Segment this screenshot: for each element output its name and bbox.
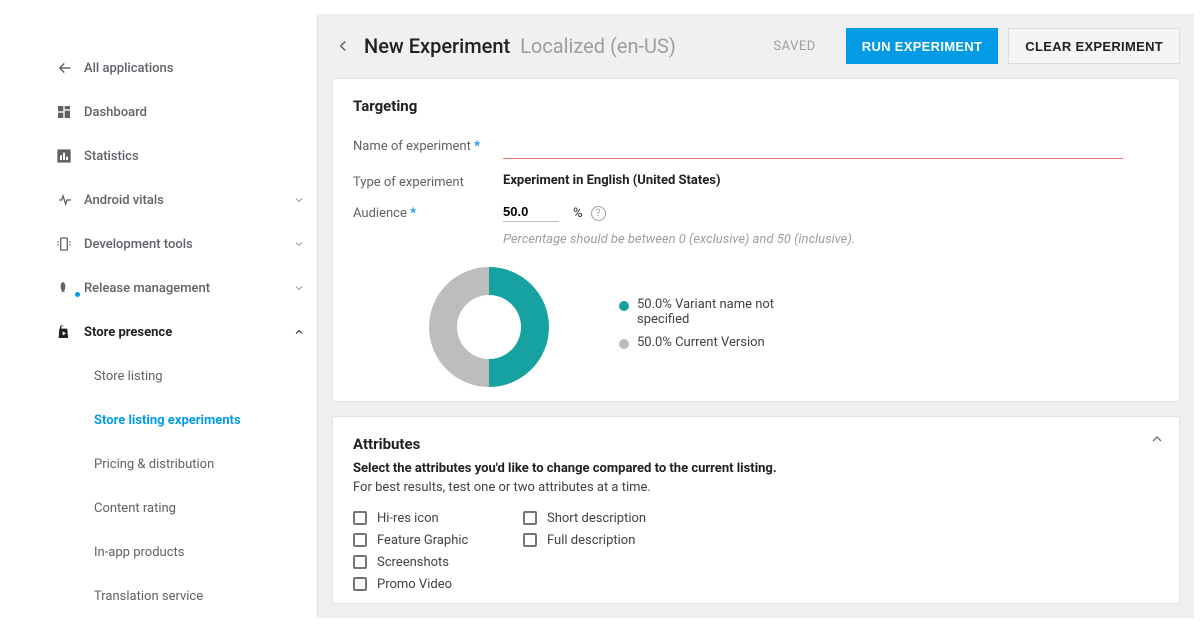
chevron-down-icon	[293, 194, 305, 206]
sidebar-item-label: Statistics	[84, 149, 305, 164]
chevron-up-icon[interactable]	[1149, 431, 1165, 447]
attributes-help-bold: Select the attributes you'd like to chan…	[353, 461, 1159, 476]
swatch-icon	[619, 301, 629, 311]
checkbox-icon	[523, 511, 537, 525]
sidebar-sub-label: In-app products	[94, 545, 184, 560]
run-experiment-button[interactable]: RUN EXPERIMENT	[846, 28, 999, 64]
sidebar: All applications Dashboard Statistics An…	[44, 14, 318, 618]
audience-donut-chart	[429, 267, 549, 387]
sidebar-sub-store-listing[interactable]: Store listing	[44, 354, 317, 398]
help-icon[interactable]: ?	[591, 206, 606, 221]
targeting-card: Targeting Name of experiment * Type of e…	[332, 78, 1180, 402]
chart-legend: 50.0% Variant name not specified 50.0% C…	[619, 297, 799, 358]
checkbox-icon	[353, 555, 367, 569]
back-arrow-icon	[56, 59, 84, 77]
dashboard-icon	[56, 104, 84, 120]
sidebar-sub-label: Store listing experiments	[94, 413, 241, 428]
checkbox-hires-icon[interactable]: Hi-res icon	[353, 507, 523, 529]
checkbox-label: Screenshots	[377, 555, 449, 570]
legend-variant: 50.0% Variant name not specified	[619, 297, 799, 327]
chevron-up-icon	[293, 326, 305, 338]
sidebar-item-label: Android vitals	[84, 193, 293, 208]
chevron-down-icon	[293, 238, 305, 250]
chevron-down-icon	[293, 282, 305, 294]
swatch-icon	[619, 339, 629, 349]
sidebar-sub-content-rating[interactable]: Content rating	[44, 486, 317, 530]
sidebar-item-label: All applications	[84, 61, 305, 76]
audience-label: Audience *	[353, 204, 503, 221]
sidebar-item-label: Development tools	[84, 237, 293, 252]
saved-status: SAVED	[773, 39, 815, 54]
name-of-experiment-label: Name of experiment *	[353, 137, 503, 154]
release-icon	[56, 280, 84, 296]
checkbox-short-description[interactable]: Short description	[523, 507, 693, 529]
checkbox-label: Feature Graphic	[377, 533, 468, 548]
sidebar-sub-label: Store listing	[94, 369, 163, 384]
checkbox-screenshots[interactable]: Screenshots	[353, 551, 523, 573]
sidebar-sub-label: Translation service	[94, 589, 203, 604]
checkbox-promo-video[interactable]: Promo Video	[353, 573, 523, 595]
statistics-icon	[56, 148, 84, 164]
sidebar-sub-translation-service[interactable]: Translation service	[44, 574, 317, 618]
legend-text: 50.0% Variant name not specified	[637, 297, 799, 327]
sidebar-item-label: Release management	[84, 281, 293, 296]
page-subtitle: Localized (en-US)	[520, 34, 676, 58]
sidebar-item-label: Dashboard	[84, 105, 305, 120]
main-content: New Experiment Localized (en-US) SAVED R…	[318, 14, 1194, 618]
sidebar-item-label: Store presence	[84, 325, 293, 340]
checkbox-icon	[353, 577, 367, 591]
checkbox-label: Short description	[547, 511, 646, 526]
checkbox-icon	[353, 511, 367, 525]
sidebar-sub-store-listing-experiments[interactable]: Store listing experiments	[44, 398, 317, 442]
checkbox-label: Hi-res icon	[377, 511, 439, 526]
legend-text: 50.0% Current Version	[637, 335, 765, 350]
page-title: New Experiment	[364, 34, 510, 58]
sidebar-item-android-vitals[interactable]: Android vitals	[44, 178, 317, 222]
sidebar-item-dashboard[interactable]: Dashboard	[44, 90, 317, 134]
sidebar-item-store-presence[interactable]: Store presence	[44, 310, 317, 354]
legend-current: 50.0% Current Version	[619, 335, 799, 350]
checkbox-label: Promo Video	[377, 577, 452, 592]
vitals-icon	[56, 192, 84, 208]
page-header: New Experiment Localized (en-US) SAVED R…	[318, 14, 1194, 78]
header-back-button[interactable]	[326, 29, 360, 63]
sidebar-item-release-management[interactable]: Release management	[44, 266, 317, 310]
type-of-experiment-label: Type of experiment	[353, 173, 503, 190]
attributes-heading: Attributes	[353, 435, 1159, 453]
sidebar-item-development-tools[interactable]: Development tools	[44, 222, 317, 266]
sidebar-all-applications[interactable]: All applications	[44, 46, 317, 90]
audience-chart-row: 50.0% Variant name not specified 50.0% C…	[353, 261, 1159, 397]
dev-tools-icon	[56, 236, 84, 252]
checkbox-icon	[523, 533, 537, 547]
checkbox-feature-graphic[interactable]: Feature Graphic	[353, 529, 523, 551]
name-of-experiment-input[interactable]	[503, 137, 1123, 159]
attributes-card: Attributes Select the attributes you'd l…	[332, 416, 1180, 604]
checkbox-label: Full description	[547, 533, 635, 548]
sidebar-sub-in-app-products[interactable]: In-app products	[44, 530, 317, 574]
attributes-help-plain: For best results, test one or two attrib…	[353, 480, 1159, 495]
sidebar-sub-pricing-distribution[interactable]: Pricing & distribution	[44, 442, 317, 486]
sidebar-sub-label: Pricing & distribution	[94, 457, 214, 472]
percent-symbol: %	[573, 206, 583, 221]
sidebar-sub-label: Content rating	[94, 501, 176, 516]
type-of-experiment-value: Experiment in English (United States)	[503, 173, 721, 188]
checkbox-icon	[353, 533, 367, 547]
audience-hint: Percentage should be between 0 (exclusiv…	[503, 232, 855, 247]
targeting-heading: Targeting	[353, 97, 1159, 115]
store-icon	[56, 324, 84, 340]
checkbox-full-description[interactable]: Full description	[523, 529, 693, 551]
clear-experiment-button[interactable]: CLEAR EXPERIMENT	[1008, 28, 1180, 64]
audience-input[interactable]	[503, 204, 559, 222]
sidebar-item-statistics[interactable]: Statistics	[44, 134, 317, 178]
